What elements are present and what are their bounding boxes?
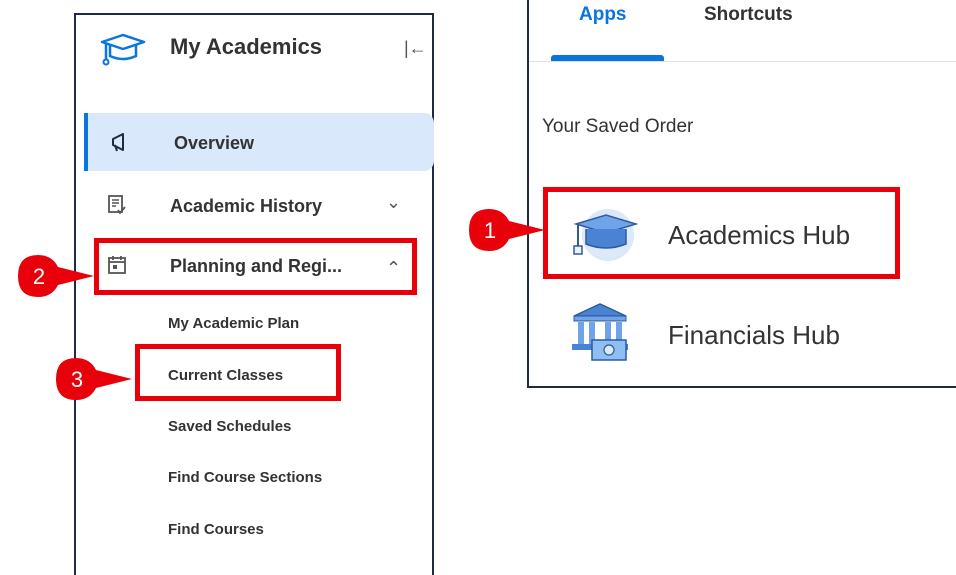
megaphone-icon — [110, 131, 132, 158]
section-heading: Your Saved Order — [542, 116, 694, 137]
sidebar-title: My Academics — [170, 34, 323, 59]
sidebar-item-academic-history[interactable]: Academic History ⌄ — [84, 176, 430, 234]
tab-apps[interactable]: Apps — [579, 4, 627, 26]
sidebar-item-label: Overview — [174, 133, 255, 153]
chevron-down-icon[interactable]: ⌄ — [386, 192, 401, 213]
subitem-find-courses[interactable]: Find Courses — [168, 521, 264, 538]
graduation-cap-icon — [98, 32, 148, 71]
callout-badge-2: 2 — [16, 253, 96, 299]
divider — [529, 61, 956, 62]
callout-badge-3: 3 — [54, 356, 134, 402]
sidebar-item-label: Academic History — [170, 196, 323, 216]
app-financials-hub[interactable]: Financials Hub — [562, 302, 942, 372]
subitem-find-course-sections[interactable]: Find Course Sections — [168, 469, 322, 486]
document-check-icon — [106, 194, 128, 221]
sidebar-header: My Academics |← — [98, 30, 438, 70]
highlight-current-classes — [135, 344, 341, 401]
bank-icon — [562, 302, 638, 369]
collapse-left-icon[interactable]: |← — [404, 38, 427, 59]
subitem-my-academic-plan[interactable]: My Academic Plan — [168, 315, 299, 332]
tab-shortcuts[interactable]: Shortcuts — [704, 4, 793, 26]
sidebar-item-overview[interactable]: Overview — [84, 113, 434, 171]
callout-badge-1: 1 — [467, 207, 547, 253]
highlight-planning-and-registration — [94, 238, 417, 295]
app-label: Financials Hub — [668, 320, 840, 350]
subitem-saved-schedules[interactable]: Saved Schedules — [168, 418, 291, 435]
highlight-academics-hub — [543, 187, 900, 279]
